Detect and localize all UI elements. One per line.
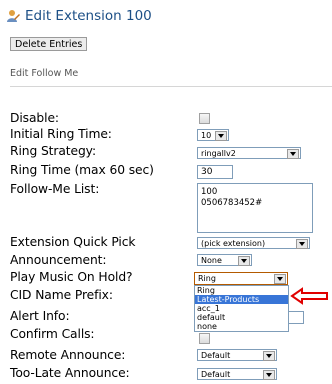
ext-quick-pick-select[interactable]: (pick extension) [197,237,310,249]
annotation-arrow-icon [290,287,328,305]
initial-ring-time-select[interactable]: 10 [197,129,229,141]
chevron-down-icon [287,149,299,159]
delete-entries-button[interactable]: Delete Entries [10,37,88,51]
follow-me-list-label: Follow-Me List: [10,182,100,196]
moh-dropdown-list[interactable]: Ring Latest-Products acc_1 default none [194,285,289,332]
remote-announce-select[interactable]: Default [197,349,277,361]
chevron-down-icon [263,351,275,361]
chevron-down-icon [215,131,227,141]
too-late-announce-label: Too-Late Announce: [10,366,130,380]
moh-option[interactable]: acc_1 [195,304,288,313]
ring-strategy-select[interactable]: ringallv2 [197,147,301,159]
ring-strategy-label: Ring Strategy: [10,144,97,158]
too-late-announce-select[interactable]: Default [197,368,277,380]
confirm-calls-label: Confirm Calls: [10,327,95,341]
disable-label: Disable: [10,111,59,125]
page-title: Edit Extension 100 [25,8,152,24]
section-divider [10,86,332,87]
moh-select[interactable]: Ring [194,272,288,285]
moh-option[interactable]: default [195,313,288,322]
cid-name-prefix-label: CID Name Prefix: [10,288,113,302]
follow-me-list-textarea[interactable]: 100 0506783452# [197,183,313,233]
initial-ring-time-label: Initial Ring Time: [10,127,112,141]
announcement-label: Announcement: [10,253,107,267]
remote-announce-label: Remote Announce: [10,348,126,362]
moh-option[interactable]: none [195,322,288,331]
chevron-down-icon [274,274,286,284]
page-header: Edit Extension 100 [6,6,152,26]
section-title: Edit Follow Me [10,68,79,79]
confirm-calls-checkbox[interactable] [199,333,210,344]
ring-time-input[interactable]: 30 [197,165,233,179]
user-edit-icon [7,10,20,22]
chevron-down-icon [263,370,275,380]
alert-info-input[interactable] [288,311,304,324]
moh-label: Play Music On Hold? [10,270,133,284]
chevron-down-icon [296,239,308,249]
chevron-down-icon [238,256,250,266]
alert-info-label: Alert Info: [10,309,70,323]
ring-time-label: Ring Time (max 60 sec) [10,163,154,177]
moh-option-selected[interactable]: Latest-Products [195,295,288,304]
ext-quick-pick-label: Extension Quick Pick [10,235,136,249]
disable-checkbox[interactable] [199,113,210,124]
moh-option[interactable]: Ring [195,286,288,295]
announcement-select[interactable]: None [197,254,252,266]
